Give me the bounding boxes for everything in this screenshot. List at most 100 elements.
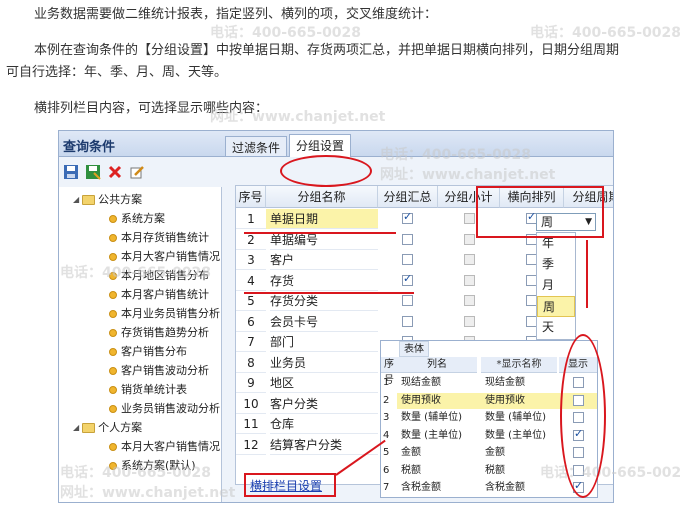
popup-display-name[interactable]: 税额 [485,463,505,479]
show-column-checkbox[interactable] [573,447,584,458]
group-name-cell[interactable]: 客户 [270,250,378,270]
edit-icon[interactable] [129,164,145,180]
group-subtotal-checkbox[interactable] [464,315,475,327]
tree-root-public[interactable]: ◢ 公共方案 [73,191,142,209]
popup-tab[interactable]: 表体 [399,341,429,357]
period-option[interactable]: 月 [537,275,575,296]
group-name-cell[interactable]: 部门 [270,332,378,352]
group-name-cell[interactable]: 单据日期 [270,209,378,229]
show-column-checkbox[interactable] [573,427,584,441]
group-name-cell[interactable]: 存货分类 [270,291,378,311]
group-name-cell[interactable]: 仓库 [270,414,378,434]
row-number: 7 [236,332,266,352]
column-display-popup: 表体 序号 列名 *显示名称 显示 1 现结金额 现结金额 2 使用预收 使用预收 3 数量 (辅单位… [380,340,598,498]
group-subtotal-checkbox[interactable] [464,254,475,265]
collapse-icon[interactable]: ◢ [73,419,79,437]
scheme-icon [109,272,117,280]
popup-display-name[interactable]: 现结金额 [485,375,525,391]
folder-icon [82,423,96,433]
group-sum-checkbox[interactable] [402,210,413,224]
popup-display-name[interactable]: 含税金额 [485,480,525,496]
grid-header: 序号 [236,186,266,208]
popup-column-name: 数量 (主单位) [401,429,462,441]
group-name-cell[interactable]: 客户分类 [270,394,378,414]
show-column-checkbox[interactable] [573,412,584,423]
group-sum-checkbox[interactable] [402,233,413,245]
group-subtotal-checkbox[interactable] [464,295,475,306]
group-name-cell[interactable]: 业务员 [270,353,378,373]
tree-item-public[interactable]: 业务员销售波动分析 [109,400,220,418]
tab-group-settings[interactable]: 分组设置 [289,134,352,157]
period-option[interactable]: 周 [537,296,575,317]
group-subtotal-checkbox[interactable] [464,233,475,245]
tab-filter[interactable]: 过滤条件 [225,136,288,156]
row-number: 6 [236,312,266,332]
scheme-icon [109,310,117,318]
save-icon[interactable] [63,164,79,180]
save-as-icon[interactable] [85,164,101,180]
period-option[interactable]: 季 [537,254,575,275]
delete-icon[interactable] [107,164,123,180]
group-name-cell[interactable]: 会员卡号 [270,312,378,332]
collapse-icon[interactable]: ◢ [73,191,79,209]
tree-item-personal[interactable]: 系统方案(默认) [109,457,196,475]
paragraph-2: 本例在查询条件的【分组设置】中按单据日期、存货两项汇总，并把单据日期横向排列，日… [34,43,620,58]
scheme-icon [109,253,117,261]
tree-item-public[interactable]: 本月大客户销售情况 [109,248,220,266]
grid-header: 分组汇总 [378,186,438,208]
tree-item-public-label: 本月业务员销售分析 [121,307,220,320]
popup-display-name[interactable]: 数量 (主单位) [485,428,546,444]
grid-header: 分组小计 [438,186,500,208]
group-sum-checkbox[interactable] [402,272,413,286]
tree-item-public[interactable]: 销货单统计表 [109,381,187,399]
tree-item-personal[interactable]: 本月大客户销售情况 [109,438,220,456]
paragraph-4: 横排列栏目内容，可选择显示哪些内容： [34,101,269,116]
row-number: 9 [236,373,266,393]
grid-header: 分组名称 [266,186,378,208]
tree-item-public[interactable]: 客户销售分布 [109,343,187,361]
show-column-checkbox[interactable] [573,464,584,476]
group-subtotal-checkbox[interactable] [464,213,475,224]
tree-item-public[interactable]: 存货销售趋势分析 [109,324,209,342]
tree-item-personal-label: 系统方案(默认) [121,459,196,472]
group-name-cell[interactable]: 地区 [270,373,378,393]
group-name-cell[interactable]: 存货 [270,271,378,291]
group-sum-checkbox[interactable] [402,295,413,306]
period-option[interactable]: 天 [537,317,575,338]
popup-display-name[interactable]: 使用预收 [485,393,525,409]
tree-item-public[interactable]: 本月客户销售统计 [109,286,209,304]
tree-root-personal[interactable]: ◢ 个人方案 [73,419,142,437]
row-number: 5 [236,291,266,311]
group-sum-checkbox[interactable] [402,254,413,265]
popup-row-number: 3 [383,412,390,423]
show-column-checkbox[interactable] [573,479,584,493]
tree-item-public-label: 销货单统计表 [121,383,187,396]
tree-item-public[interactable]: 客户销售波动分析 [109,362,209,380]
tree-item-public[interactable]: 本月存货销售统计 [109,229,209,247]
tree-item-public[interactable]: 本月地区销售分布 [109,267,209,285]
period-select[interactable]: 周 ▼ [536,213,596,231]
popup-display-name[interactable]: 数量 (辅单位) [485,410,546,426]
tree-item-public[interactable]: 本月业务员销售分析 [109,305,220,323]
show-column-checkbox[interactable] [573,394,584,406]
paragraph-3: 可自行选择：年、季、月、周、天等。 [6,65,228,80]
period-option[interactable]: 年 [537,233,575,254]
group-subtotal-checkbox[interactable] [464,274,475,286]
scheme-icon [109,234,117,242]
grid-header: 分组周期 [564,186,613,208]
tree-item-public-label: 业务员销售波动分析 [121,402,220,415]
chevron-down-icon[interactable]: ▼ [585,214,592,230]
tree-item-public-label: 客户销售分布 [121,345,187,358]
popup-row-number: 2 [383,394,390,406]
tree-item-public-label: 系统方案 [121,212,165,225]
horizontal-column-settings-link[interactable]: 横排栏目设置 [250,477,322,494]
period-select-value: 周 [541,215,554,229]
tree-item-public[interactable]: 系统方案 [109,210,165,228]
group-name-cell[interactable]: 结算客户分类 [270,435,378,455]
popup-column-name: 税额 [401,464,421,476]
popup-display-name[interactable]: 金额 [485,445,505,461]
group-name-cell[interactable]: 单据编号 [270,230,378,250]
show-column-checkbox[interactable] [573,377,584,388]
tree-item-personal-label: 本月大客户销售情况 [121,440,220,453]
group-sum-checkbox[interactable] [402,315,413,327]
